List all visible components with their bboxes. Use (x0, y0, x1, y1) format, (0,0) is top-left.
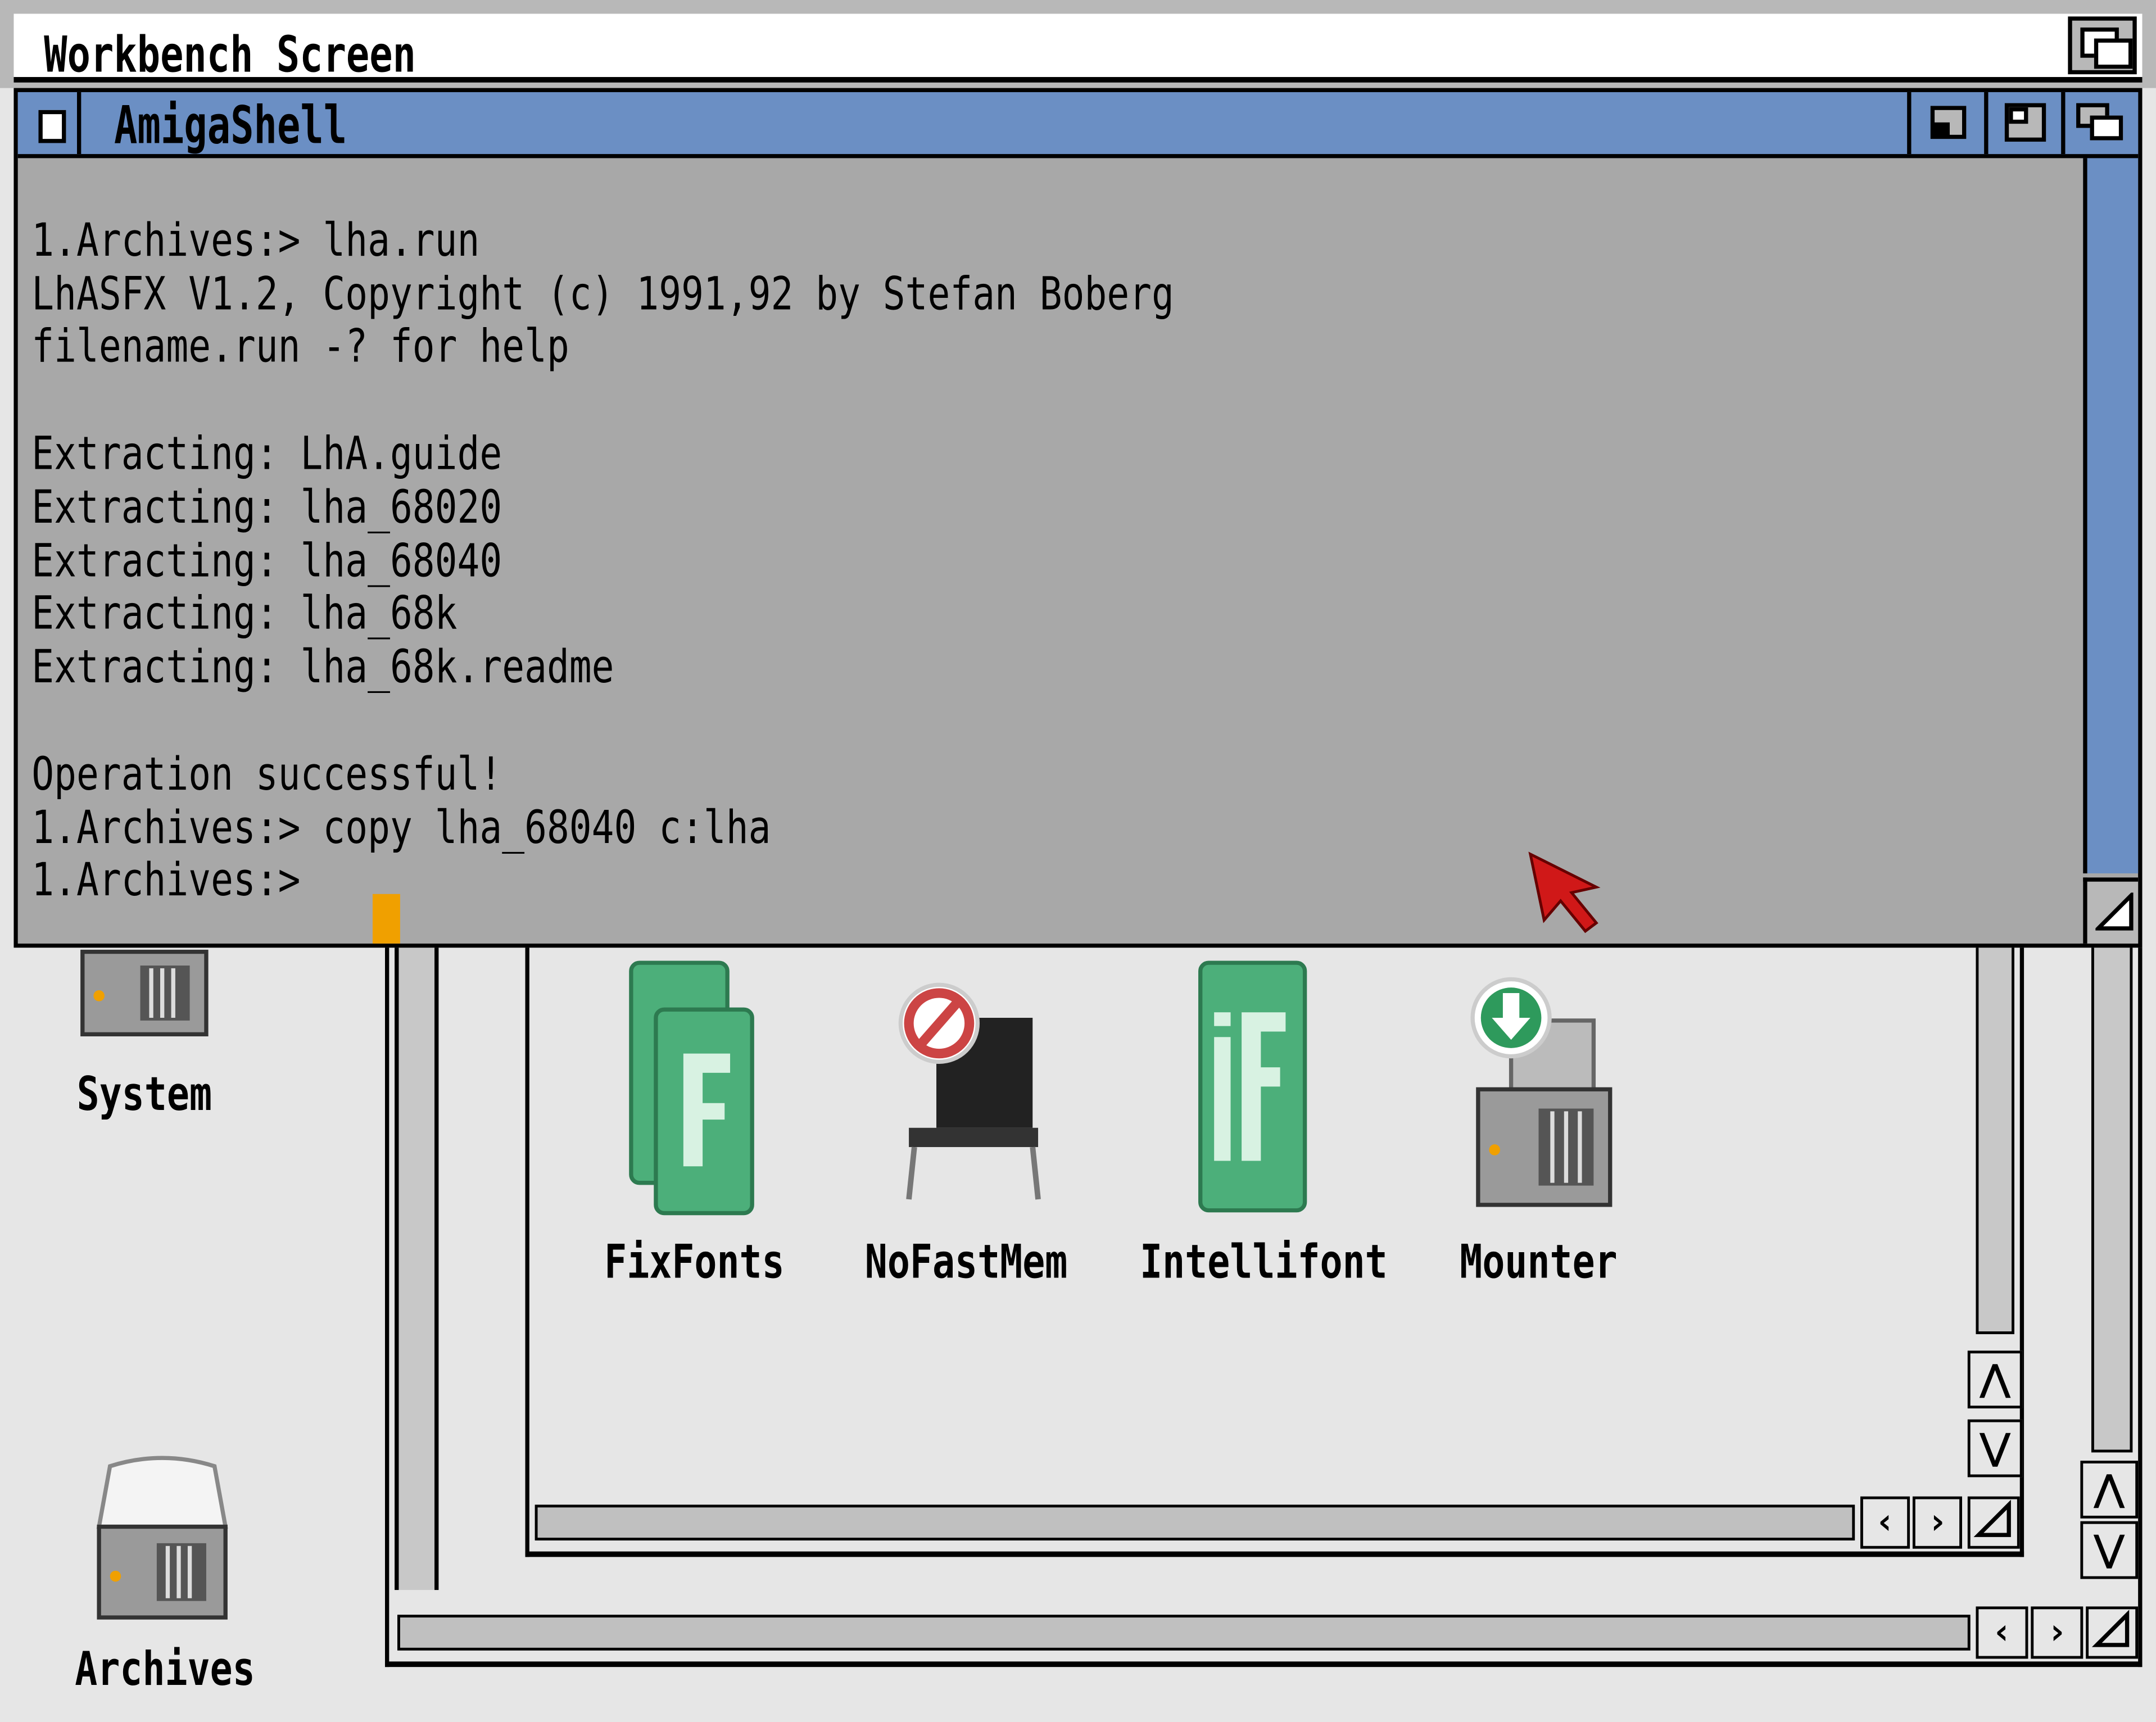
left-scrollbar[interactable] (395, 943, 439, 1590)
drawer-icon-label: FixFonts (604, 1235, 785, 1290)
scroll-down-button[interactable]: ⋁ (1967, 1419, 2023, 1478)
drawer-icon-mounter[interactable]: Mounter (1415, 957, 1662, 1301)
horizontal-scrollbar[interactable] (535, 1505, 1855, 1540)
scroll-up-button[interactable]: ⋀ (2080, 1461, 2139, 1519)
shell-console[interactable]: 1.Archives:> lha.run LhASFX V1.2, Copyrig… (17, 158, 2081, 944)
console-line: Extracting: lha_68020 (31, 479, 502, 534)
resize-gadget-icon[interactable] (1967, 1496, 2020, 1549)
close-gadget-icon[interactable] (17, 92, 81, 155)
vertical-scrollbar[interactable] (1976, 943, 2014, 1334)
console-line: Extracting: lha_68040 (31, 533, 502, 587)
screen-title: Workbench Screen (44, 27, 416, 84)
resize-gadget-icon[interactable] (2083, 877, 2139, 944)
console-line: 1.Archives:> lha.run (31, 212, 480, 267)
intellifont-icon (1198, 960, 1307, 1213)
scroll-up-button[interactable]: ⋀ (1967, 1351, 2023, 1409)
iconify-gadget-icon[interactable] (1907, 92, 1985, 155)
desktop-icon-label: System (76, 1067, 212, 1122)
screen-titlebar: Workbench Screen (0, 0, 2156, 88)
horizontal-scrollbar[interactable] (397, 1615, 1971, 1651)
console-line: filename.run -? for help (31, 319, 569, 374)
depth-gadget-icon[interactable] (2061, 92, 2139, 155)
drawer-icon-label: Intellifont (1140, 1235, 1388, 1290)
scroll-left-button[interactable]: ‹ (1860, 1496, 1910, 1549)
screen-depth-gadget-icon[interactable] (2068, 16, 2137, 75)
resize-gadget-icon[interactable] (2086, 1606, 2139, 1659)
drawer-window-inner: ⋀ ⋁ ‹ › FixFonts NoFastMem Intellifont M… (525, 943, 2024, 1557)
mouse-pointer-icon (1528, 851, 1601, 933)
shell-title: AmigaShell (114, 94, 347, 156)
scroll-left-button[interactable]: ‹ (1976, 1606, 2028, 1659)
console-line: LhASFX V1.2, Copyright (c) 1991,92 by St… (31, 266, 1174, 320)
harddisk-icon (96, 1456, 228, 1620)
console-line: 1.Archives:> copy lha_68040 c:lha (31, 800, 771, 854)
desktop-icon-label: Archives (75, 1642, 255, 1697)
zoom-gadget-icon[interactable] (1984, 92, 2062, 155)
scroll-right-button[interactable]: › (2031, 1606, 2083, 1659)
console-line: Extracting: LhA.guide (31, 426, 502, 481)
vertical-scrollbar[interactable] (2091, 943, 2133, 1453)
screen-titlebar-inner: Workbench Screen (13, 13, 2143, 84)
drawer-icon-label: NoFastMem (864, 1235, 1068, 1290)
console-prompt: 1.Archives:> (31, 853, 323, 907)
shell-titlebar[interactable]: AmigaShell (17, 92, 2139, 158)
drawer-icon-label: Mounter (1460, 1235, 1618, 1290)
shell-scrollbar[interactable] (2083, 158, 2139, 874)
amigashell-window[interactable]: AmigaShell 1.Archives:> lha.run LhASFX V1… (13, 88, 2143, 948)
console-line: Extracting: lha_68k (31, 586, 458, 640)
scroll-down-button[interactable]: ⋁ (2080, 1521, 2139, 1579)
text-cursor (372, 894, 400, 944)
scroll-right-button[interactable]: › (1912, 1496, 1963, 1549)
console-line: Extracting: lha_68k.readme (31, 640, 614, 694)
desktop-icon-archives[interactable]: Archives (55, 1455, 275, 1716)
console-line: Operation successful! (31, 746, 502, 800)
mounter-icon (1470, 977, 1613, 1207)
console-output: 1.Archives:> lha.run LhASFX V1.2, Copyrig… (31, 161, 1174, 1014)
